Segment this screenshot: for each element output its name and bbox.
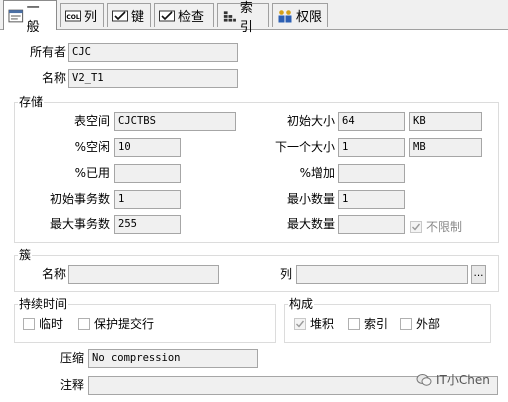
preserve-rows-checkbox[interactable] [78, 318, 90, 330]
index-icon [223, 10, 236, 22]
heap-label: 堆积 [310, 317, 335, 331]
index-organized-checkbox[interactable] [348, 318, 360, 330]
storage-group-title: 存储 [18, 95, 45, 109]
temporary-label: 临时 [39, 317, 64, 331]
heap-checkbox[interactable] [294, 318, 306, 330]
external-label: 外部 [416, 317, 441, 331]
tablespace-label: 表空间 [73, 114, 110, 128]
next-size-label: 下一个大小 [274, 140, 335, 154]
users-icon [278, 9, 292, 22]
wechat-icon [416, 373, 432, 386]
tab-label: 一般 [26, 0, 40, 35]
unlimited-label: 不限制 [426, 220, 463, 234]
initrans-field[interactable]: 1 [114, 190, 181, 209]
cluster-name-field[interactable] [68, 265, 219, 284]
min-extents-label: 最小数量 [286, 192, 335, 206]
organization-group-title: 构成 [288, 297, 315, 311]
name-label: 名称 [41, 71, 66, 85]
pctfree-field[interactable]: 10 [114, 138, 181, 157]
compression-select[interactable]: No compression [88, 349, 258, 368]
tab-keys[interactable]: 键 [107, 3, 151, 27]
tab-checks[interactable]: 检查 [154, 3, 214, 27]
tab-label: 键 [131, 10, 145, 25]
tab-general[interactable]: 一般 [3, 0, 57, 35]
owner-field[interactable]: CJC [68, 43, 238, 62]
index-organized-label: 索引 [364, 317, 389, 331]
duration-group-title: 持续时间 [18, 297, 69, 311]
max-extents-field[interactable] [338, 215, 405, 234]
watermark-text: IT小Chen [436, 373, 490, 387]
tab-indexes[interactable]: 索引 [217, 1, 269, 35]
tab-columns[interactable]: COL 列 [60, 3, 104, 27]
next-size-unit[interactable]: MB [409, 138, 482, 157]
general-tab-icon [8, 9, 24, 22]
check-icon [159, 10, 175, 21]
max-extents-label: 最大数量 [286, 217, 335, 231]
name-field[interactable]: V2_T1 [68, 69, 238, 88]
key-icon [112, 10, 128, 21]
external-checkbox[interactable] [400, 318, 412, 330]
tab-label: 列 [84, 10, 98, 25]
pctfree-label: %空闲 [74, 140, 110, 154]
cluster-name-label: 名称 [41, 267, 66, 281]
svg-text:COL: COL [66, 14, 80, 21]
compression-label: 压缩 [59, 351, 84, 365]
maxtrans-label: 最大事务数 [49, 217, 110, 231]
cluster-group-title: 簇 [18, 248, 33, 262]
tab-bar: 一般 COL 列 键 检查 索引 权限 [0, 0, 508, 35]
checkmark-icon [412, 223, 421, 231]
cluster-columns-label: 列 [279, 267, 292, 281]
browse-button[interactable]: ... [471, 265, 486, 284]
watermark: IT小Chen [416, 371, 490, 388]
pctincrease-label: %增加 [299, 166, 335, 180]
tab-privileges[interactable]: 权限 [272, 3, 328, 27]
initial-size-label: 初始大小 [286, 114, 335, 128]
tablespace-field[interactable]: CJCTBS [114, 112, 236, 131]
tab-label: 检查 [178, 10, 205, 25]
min-extents-field[interactable]: 1 [338, 190, 405, 209]
pctused-label: %已用 [74, 166, 110, 180]
cluster-columns-field[interactable] [296, 265, 468, 284]
columns-icon: COL [65, 10, 81, 21]
tab-label: 权限 [296, 10, 323, 25]
checkmark-icon [296, 320, 305, 328]
pctincrease-field[interactable] [338, 164, 405, 183]
owner-label: 所有者 [29, 45, 66, 59]
initial-size-field[interactable]: 64 [338, 112, 405, 131]
initial-size-unit[interactable]: KB [409, 112, 482, 131]
temporary-checkbox[interactable] [23, 318, 35, 330]
comment-label: 注释 [59, 378, 84, 392]
tab-label: 索引 [239, 0, 253, 35]
initrans-label: 初始事务数 [49, 192, 110, 206]
unlimited-checkbox[interactable] [410, 221, 422, 233]
preserve-rows-label: 保护提交行 [94, 317, 155, 331]
next-size-field[interactable]: 1 [338, 138, 405, 157]
pctused-field[interactable] [114, 164, 181, 183]
maxtrans-field[interactable]: 255 [114, 215, 181, 234]
